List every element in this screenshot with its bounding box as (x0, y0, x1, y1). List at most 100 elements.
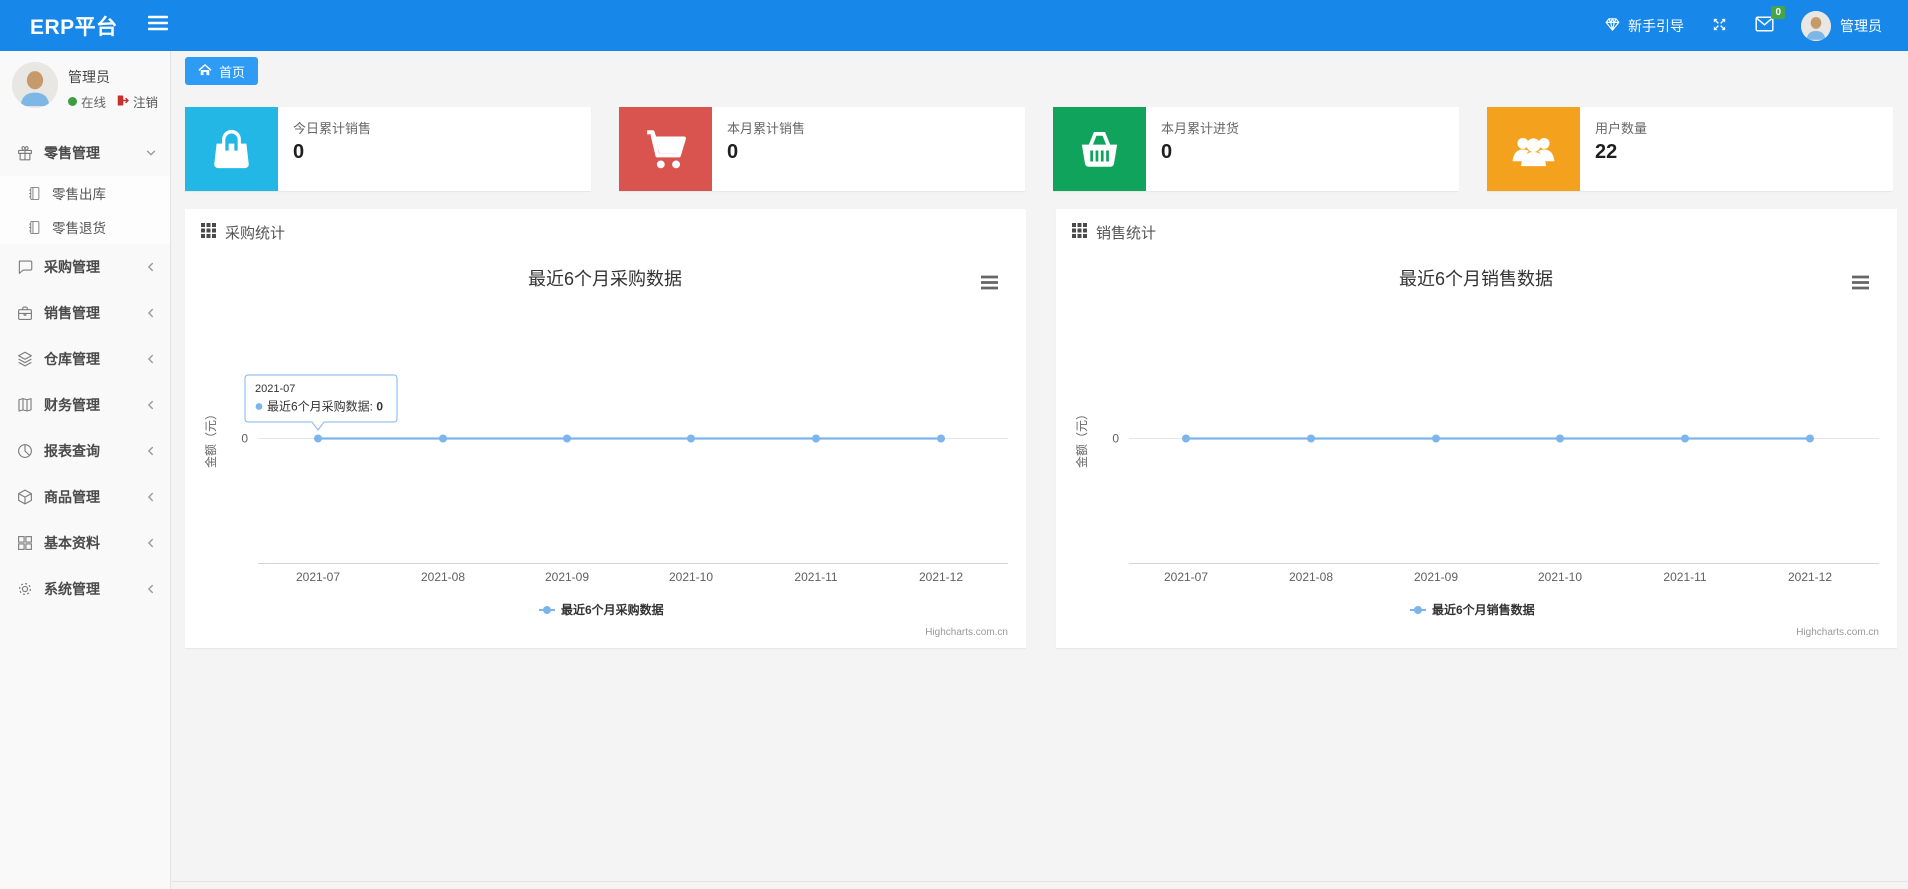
sidebar-item-basic-data[interactable]: 基本资料 (0, 520, 170, 566)
legend-item[interactable]: 最近6个月销售数据 (1410, 602, 1535, 617)
svg-text:2021-12: 2021-12 (919, 570, 963, 584)
chart-title: 最近6个月销售数据 (1399, 269, 1553, 289)
stat-label: 用户数量 (1595, 121, 1648, 136)
chart-context-menu-button[interactable] (1852, 275, 1869, 290)
sidebar-item-label: 零售管理 (44, 145, 100, 161)
y-axis-title: 金额（元） (203, 408, 218, 468)
sidebar-item-label: 商品管理 (44, 489, 100, 505)
panel-title: 采购统计 (225, 225, 286, 242)
chart-title: 最近6个月采购数据 (528, 269, 682, 289)
users-icon (1487, 107, 1580, 191)
sidebar-item-label: 报表查询 (44, 443, 100, 459)
sidebar-item-label: 系统管理 (44, 581, 100, 597)
chart-context-menu-button[interactable] (981, 275, 998, 290)
stat-value: 0 (727, 141, 739, 163)
series-line (1182, 434, 1814, 443)
main-content: 首页 今日累计销售 0 本月累计销售 0 本月累计进货 0 用户数量 22 采购… (172, 51, 1908, 889)
panel-title: 销售统计 (1096, 225, 1157, 242)
hamburger-icon (147, 15, 168, 36)
sidebar-item-system[interactable]: 系统管理 (0, 566, 170, 612)
sidebar-item-retail-outbound[interactable]: 零售出库 (0, 176, 170, 210)
sidebar-item-label: 财务管理 (44, 397, 100, 413)
sidebar-item-warehouse[interactable]: 仓库管理 (0, 336, 170, 382)
pie-chart-icon (16, 442, 34, 460)
stat-label: 今日累计销售 (293, 121, 372, 136)
x-axis-labels: 2021-07 2021-08 2021-09 2021-10 2021-11 … (1164, 570, 1832, 584)
gift-icon (16, 144, 34, 162)
shopping-basket-icon (1053, 107, 1146, 191)
layers-icon (16, 350, 34, 368)
app-logo: ERP平台 (30, 15, 118, 39)
svg-text:2021-11: 2021-11 (794, 570, 837, 584)
online-status-label: 在线 (81, 96, 107, 110)
svg-text:2021-11: 2021-11 (1663, 570, 1706, 584)
chevron-left-icon (145, 445, 157, 457)
svg-text:最近6个月采购数据: 0: 最近6个月采购数据: 0 (267, 399, 383, 414)
logout-button[interactable]: 注销 (116, 92, 158, 111)
sign-out-icon (116, 94, 130, 110)
guide-label: 新手引导 (1628, 17, 1684, 34)
sidebar-item-label: 零售出库 (52, 187, 106, 202)
stat-card-today-sales: 今日累计销售 0 (185, 107, 591, 191)
journal-icon (27, 186, 42, 201)
svg-text:最近6个月销售数据: 最近6个月销售数据 (1432, 602, 1535, 617)
briefcase-icon (16, 304, 34, 322)
svg-text:2021-10: 2021-10 (669, 570, 713, 584)
svg-text:2021-08: 2021-08 (421, 570, 465, 584)
chart-panels-row: 采购统计 最近6个月采购数据 金额（元） 0 2021-07 2021-08 2… (185, 209, 1897, 648)
chevron-left-icon (145, 399, 157, 411)
chevron-left-icon (145, 261, 157, 273)
stat-cards-row: 今日累计销售 0 本月累计销售 0 本月累计进货 0 用户数量 22 (185, 107, 1893, 191)
shopping-cart-icon (619, 107, 712, 191)
message-count-badge: 0 (1771, 6, 1785, 19)
svg-text:2021-10: 2021-10 (1538, 570, 1582, 584)
svg-text:2021-12: 2021-12 (1788, 570, 1832, 584)
sidebar: 管理员 在线 注销 零售管理 零售出库 零售退货 采购管理 销售管理 仓库管理 … (0, 51, 171, 889)
sidebar-item-retail-return[interactable]: 零售退货 (0, 210, 170, 244)
svg-text:2021-09: 2021-09 (545, 570, 589, 584)
chevron-left-icon (145, 583, 157, 595)
sidebar-item-label: 采购管理 (44, 259, 100, 275)
expand-arrows-icon (1711, 16, 1728, 36)
legend-item[interactable]: 最近6个月采购数据 (539, 602, 664, 617)
stat-card-month-purchase: 本月累计进货 0 (1053, 107, 1459, 191)
tab-home[interactable]: 首页 (185, 57, 259, 85)
sidebar-item-finance[interactable]: 财务管理 (0, 382, 170, 428)
chevron-left-icon (145, 353, 157, 365)
y-axis-tick: 0 (241, 432, 248, 446)
y-axis-tick: 0 (1112, 432, 1119, 446)
home-icon (198, 63, 212, 80)
sidebar-item-label: 仓库管理 (44, 351, 100, 367)
sidebar-item-retail[interactable]: 零售管理 (0, 130, 170, 176)
chevron-left-icon (145, 307, 157, 319)
stat-label: 本月累计销售 (727, 121, 806, 136)
highcharts-credits: Highcharts.com.cn (1796, 627, 1879, 638)
stat-value: 22 (1595, 141, 1618, 163)
sidebar-item-goods[interactable]: 商品管理 (0, 474, 170, 520)
fullscreen-button[interactable] (1711, 16, 1728, 36)
sidebar-toggle-button[interactable] (142, 9, 174, 42)
panel-purchase-stats: 采购统计 最近6个月采购数据 金额（元） 0 2021-07 2021-08 2… (185, 209, 1026, 648)
footer-divider (172, 881, 1908, 882)
th-grid-icon (201, 223, 216, 242)
sidebar-item-sales[interactable]: 销售管理 (0, 290, 170, 336)
envelope-icon (1755, 16, 1774, 35)
user-menu[interactable]: 管理员 (1801, 10, 1882, 41)
guide-link[interactable]: 新手引导 (1604, 16, 1684, 36)
messages-button[interactable]: 0 (1755, 6, 1785, 35)
sidebar-item-label: 零售退货 (52, 221, 106, 236)
svg-text:2021-07: 2021-07 (255, 383, 295, 395)
stat-card-user-count: 用户数量 22 (1487, 107, 1893, 191)
purchase-line-chart: 最近6个月采购数据 金额（元） 0 2021-07 2021-08 2021-0… (203, 269, 1008, 638)
stat-card-month-sales: 本月累计销售 0 (619, 107, 1025, 191)
tab-home-label: 首页 (219, 64, 246, 80)
panel-sales-stats: 销售统计 最近6个月销售数据 金额（元） 0 2021-07 2021-08 2… (1056, 209, 1897, 648)
sidebar-item-reports[interactable]: 报表查询 (0, 428, 170, 474)
username-label: 管理员 (1840, 17, 1882, 34)
stat-value: 0 (1161, 141, 1173, 163)
stat-value: 0 (293, 141, 305, 163)
chevron-down-icon (145, 147, 157, 159)
stat-label: 本月累计进货 (1161, 121, 1240, 136)
svg-text:2021-07: 2021-07 (296, 570, 340, 584)
sidebar-item-purchase[interactable]: 采购管理 (0, 244, 170, 290)
